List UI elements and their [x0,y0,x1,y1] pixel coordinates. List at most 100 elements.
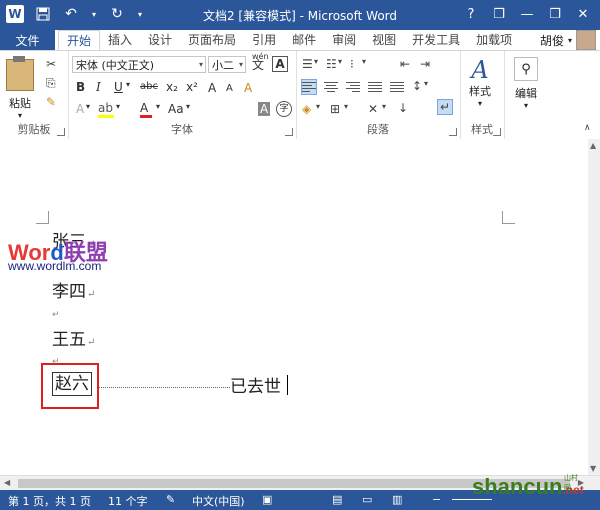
copy-icon[interactable]: ⎘ [46,76,56,91]
user-account[interactable]: 胡俊 ▾ [540,30,596,50]
enclose-characters-button[interactable]: 字 [276,101,292,117]
tab-view[interactable]: 视图 [364,30,404,50]
print-layout-icon[interactable]: ▭ [362,493,372,506]
shading-dropdown-icon[interactable]: ▾ [316,102,320,111]
font-color-button[interactable]: A [140,101,152,118]
font-name-select[interactable]: 宋体 (中文正文) ▾ [72,56,206,73]
distributed-icon[interactable] [390,80,404,94]
paste-icon [6,56,34,91]
shrink-font-button[interactable]: A [226,83,233,94]
text-effects-dropdown-icon[interactable]: ▾ [86,102,90,111]
tab-insert[interactable]: 插入 [100,30,140,50]
close-button[interactable]: ✕ [570,2,596,26]
binoculars-icon: ⚲ [514,57,538,81]
font-color-dropdown-icon[interactable]: ▾ [156,102,160,111]
show-hide-marks-icon[interactable]: ↵ [437,99,453,115]
editing-button[interactable]: ⚲ 编辑 ▾ [514,57,538,110]
font-name-value: 宋体 (中文正文) [76,58,155,72]
multilevel-dropdown-icon[interactable]: ▾ [362,57,366,66]
underline-dropdown-icon[interactable]: ▾ [126,80,130,89]
shading-icon[interactable]: ◈ [302,102,311,116]
tab-file[interactable]: 文件 [0,30,55,50]
character-border-button[interactable]: A [272,56,288,72]
collapse-ribbon-icon[interactable]: ∧ [584,123,591,133]
font-launcher-icon[interactable] [285,128,293,136]
increase-indent-icon[interactable]: ⇥ [420,57,430,71]
line-spacing-dropdown-icon[interactable]: ▾ [424,79,428,88]
chinese-layout-dropdown-icon[interactable]: ▾ [382,102,386,111]
paragraph-line[interactable]: 李四↵ [52,277,95,302]
scroll-left-icon[interactable]: ◀ [4,478,10,487]
bullets-icon[interactable]: ☰ [302,57,313,71]
styles-button-label: 样式 [469,85,491,98]
font-size-select[interactable]: 小二 ▾ [208,56,246,73]
align-right-icon[interactable] [346,80,360,94]
grow-font-button[interactable]: A [208,81,216,95]
page-count[interactable]: 第 1 页，共 1 页 [8,493,91,509]
tab-references[interactable]: 引用 [244,30,284,50]
site-brand-logo: shancun.net 山村网 [472,474,584,500]
minimize-button[interactable]: — [514,2,540,26]
tab-addins[interactable]: 加载项 [468,30,520,50]
numbering-icon[interactable]: ☷ [326,57,337,71]
zoom-out-icon[interactable]: − [432,493,441,506]
phonetic-guide-button[interactable]: wén 文 [252,53,269,72]
remark-text[interactable]: 已去世 [230,372,281,397]
character-shading-button[interactable]: A [258,102,271,116]
tab-developer[interactable]: 开发工具 [404,30,468,50]
proofing-icon[interactable]: ✎ [166,493,175,506]
subscript-button[interactable]: x₂ [166,80,178,94]
sort-icon[interactable]: ↓ [398,101,408,115]
macro-record-icon[interactable]: ▣ [262,493,272,506]
align-center-icon[interactable] [324,80,338,94]
multilevel-list-icon[interactable]: ⁝ [350,57,354,71]
styles-button[interactable]: A 样式 ▾ [469,57,491,108]
vertical-scrollbar[interactable]: ▲ ▼ [588,139,600,475]
styles-launcher-icon[interactable] [493,128,501,136]
line-spacing-icon[interactable]: ↕ [412,79,422,93]
ribbon-display-button[interactable]: ❐ [486,2,512,26]
numbering-dropdown-icon[interactable]: ▾ [338,57,342,66]
cut-icon[interactable]: ✂ [46,57,56,71]
tab-design[interactable]: 设计 [140,30,180,50]
highlight-color-button[interactable]: ab [98,101,114,118]
web-layout-icon[interactable]: ▥ [392,493,402,506]
restore-button[interactable]: ❐ [542,2,568,26]
underline-button[interactable]: U [114,80,123,94]
tab-mailings[interactable]: 邮件 [284,30,324,50]
clear-formatting-button[interactable]: A [244,81,252,95]
language-status[interactable]: 中文(中国) [192,493,245,509]
tab-home[interactable]: 开始 [58,30,101,51]
change-case-button[interactable]: Aa [168,102,184,116]
align-left-icon[interactable] [301,79,317,95]
paste-button[interactable]: 粘贴 ▾ [6,56,34,120]
clipboard-launcher-icon[interactable] [57,128,65,136]
paragraph-launcher-icon[interactable] [449,128,457,136]
scroll-up-icon[interactable]: ▲ [590,141,596,150]
borders-icon[interactable]: ⊞ [330,102,340,116]
highlight-dropdown-icon[interactable]: ▾ [116,102,120,111]
tab-review[interactable]: 审阅 [324,30,364,50]
scroll-down-icon[interactable]: ▼ [590,464,596,473]
decrease-indent-icon[interactable]: ⇤ [400,57,410,71]
chinese-layout-icon[interactable]: ✕ [368,102,378,116]
help-button[interactable]: ? [458,2,484,26]
word-count[interactable]: 11 个字 [108,493,148,509]
text-effects-button[interactable]: A [76,102,84,116]
bold-button[interactable]: B [76,80,85,94]
superscript-button[interactable]: x² [186,80,198,94]
paragraph-line[interactable]: 王五↵ [52,325,95,350]
format-painter-icon[interactable]: ✎ [46,95,56,109]
brand-name: shancun [472,474,563,499]
strikethrough-button[interactable]: abc [140,81,158,92]
tab-page-layout[interactable]: 页面布局 [180,30,244,50]
bullets-dropdown-icon[interactable]: ▾ [314,57,318,66]
read-mode-icon[interactable]: ▤ [332,493,342,506]
change-case-dropdown-icon[interactable]: ▾ [186,102,190,111]
document-page[interactable]: 张三↵ Word联盟 www.wordlm.com 李四↵ ↵ 王五↵ ↵ 赵六… [0,139,588,475]
highlight-annotation-box [41,363,99,409]
justify-icon[interactable] [368,80,382,94]
user-name: 胡俊 [539,33,564,48]
borders-dropdown-icon[interactable]: ▾ [344,102,348,111]
italic-button[interactable]: I [96,80,101,94]
